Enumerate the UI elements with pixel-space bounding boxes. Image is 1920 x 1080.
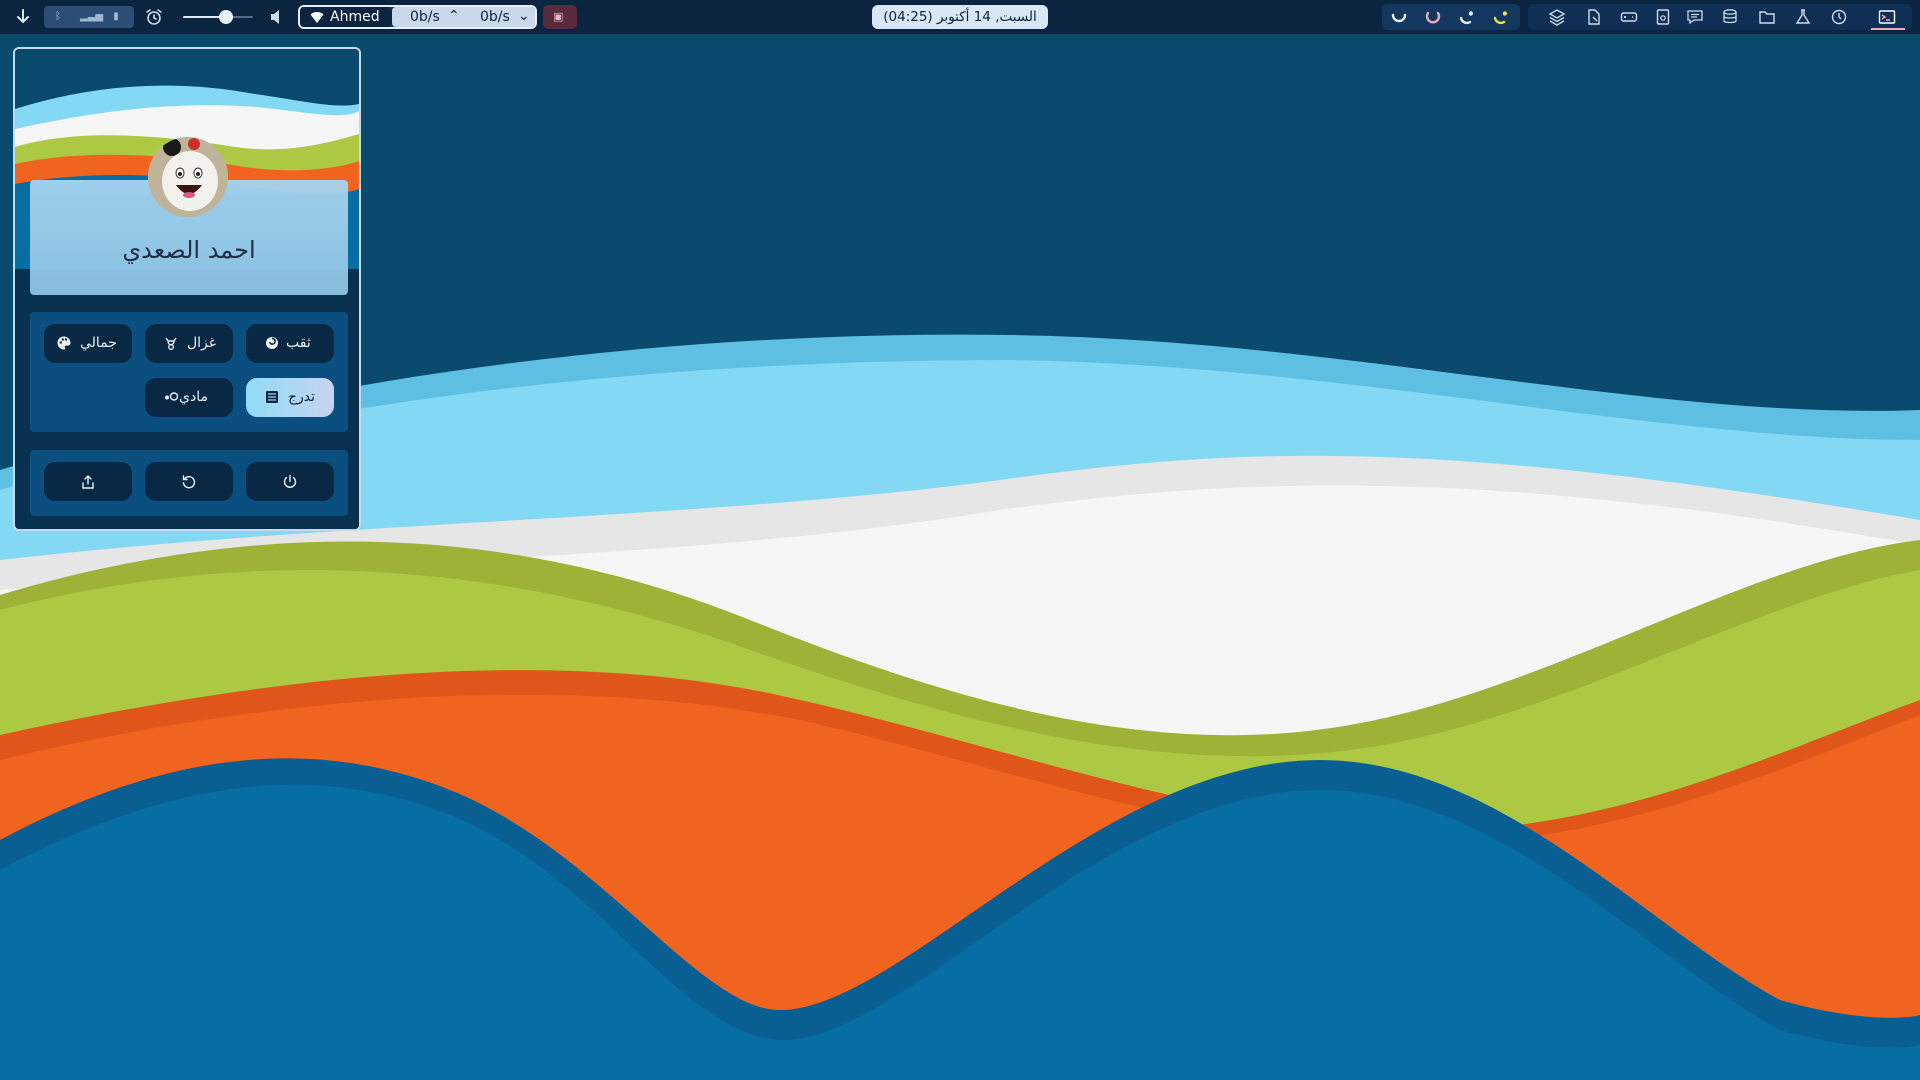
- power-controls: [30, 450, 348, 516]
- download-rate: 0b/s: [480, 9, 510, 25]
- speaker-icon[interactable]: [268, 8, 284, 26]
- theme-button-aesthetic[interactable]: جمالي: [44, 324, 132, 363]
- logout-icon: [82, 475, 94, 489]
- avatar-image: [148, 137, 228, 217]
- layers-icon[interactable]: [1548, 8, 1566, 26]
- terminal-icon[interactable]: [1878, 8, 1896, 26]
- chat-icon[interactable]: [1686, 8, 1704, 26]
- active-app-indicator: [1871, 28, 1905, 30]
- clock-text: (04:25) السبت, 14 أكتوبر: [883, 9, 1037, 25]
- flask-icon[interactable]: [1794, 8, 1812, 26]
- screen-record-button[interactable]: ▣: [543, 5, 577, 29]
- database-icon[interactable]: [1722, 8, 1740, 26]
- battery-icon[interactable]: ▮: [108, 9, 124, 25]
- cpu-ring-icon: [1391, 13, 1407, 23]
- power-button[interactable]: [246, 462, 334, 501]
- profile-display-name: احمد الصعدي: [122, 236, 256, 264]
- theme-button-material[interactable]: مادي: [145, 378, 233, 417]
- gradient-icon: [266, 391, 278, 403]
- rate-segment: 0b/s ⌃ 0b/s ⌄: [392, 7, 535, 27]
- system-status-rings[interactable]: [1382, 4, 1520, 30]
- network-widget[interactable]: Ahmed 0b/s ⌃ 0b/s ⌄: [298, 5, 537, 29]
- swirl-icon: [266, 337, 278, 349]
- logout-button[interactable]: [44, 462, 132, 501]
- clock-widget[interactable]: (04:25) السبت, 14 أكتوبر: [872, 5, 1048, 29]
- palette-icon: [57, 336, 71, 350]
- memory-ring-icon: [1425, 11, 1441, 24]
- theme-selector: جمالي غزال ثقب مادي تدرج: [30, 312, 348, 432]
- bluetooth-icon[interactable]: ᛒ: [50, 9, 66, 25]
- volume-slider-knob[interactable]: [219, 10, 234, 24]
- upload-rate: 0b/s: [410, 9, 440, 25]
- vpn-icon[interactable]: [1830, 8, 1848, 26]
- volume-slider[interactable]: [183, 16, 253, 18]
- record-icon: ▣: [553, 10, 564, 23]
- app-launcher-bar: [1528, 4, 1912, 30]
- folder-icon[interactable]: [1758, 8, 1776, 26]
- material-icon: [165, 392, 179, 401]
- alarm-icon[interactable]: [144, 7, 164, 27]
- download-arrow-icon[interactable]: [14, 8, 32, 26]
- theme-button-hole[interactable]: ثقب: [246, 324, 334, 363]
- restart-button[interactable]: [145, 462, 233, 501]
- wifi-icon: [310, 12, 324, 23]
- pdf-icon[interactable]: [1654, 8, 1672, 26]
- system-tray: ᛒ ▂▃▅ ▮: [44, 6, 134, 28]
- signal-icon[interactable]: ▂▃▅: [80, 9, 103, 25]
- theme-button-label: غزال: [187, 335, 217, 351]
- profile-panel: احمد الصعدي جمالي غزال ثقب مادي تدرج: [13, 47, 361, 531]
- avatar[interactable]: [148, 137, 228, 217]
- power-icon: [283, 474, 297, 488]
- gamepad-icon[interactable]: [1620, 8, 1638, 26]
- theme-button-gazelle[interactable]: غزال: [145, 324, 233, 363]
- theme-button-label: تدرج: [288, 389, 316, 405]
- battery-ring-icon: [1493, 11, 1507, 25]
- top-bar: ᛒ ▂▃▅ ▮ Ahmed 0b/s ⌃ 0b/s ⌄ ▣ (04:25) ال…: [0, 0, 1920, 34]
- theme-button-label: جمالي: [80, 335, 117, 351]
- theme-button-label: مادي: [179, 389, 208, 405]
- wifi-segment[interactable]: Ahmed: [300, 7, 392, 27]
- restart-icon: [182, 475, 196, 489]
- theme-button-gradient[interactable]: تدرج: [246, 378, 334, 417]
- deer-icon: [165, 337, 177, 350]
- paint-icon[interactable]: [1585, 8, 1603, 26]
- upload-arrow-icon: ⌃: [448, 8, 460, 24]
- theme-button-label: ثقب: [286, 335, 311, 351]
- download-arrow-icon: ⌄: [518, 8, 530, 24]
- wifi-ssid: Ahmed: [330, 9, 380, 25]
- disk-ring-icon: [1459, 11, 1473, 25]
